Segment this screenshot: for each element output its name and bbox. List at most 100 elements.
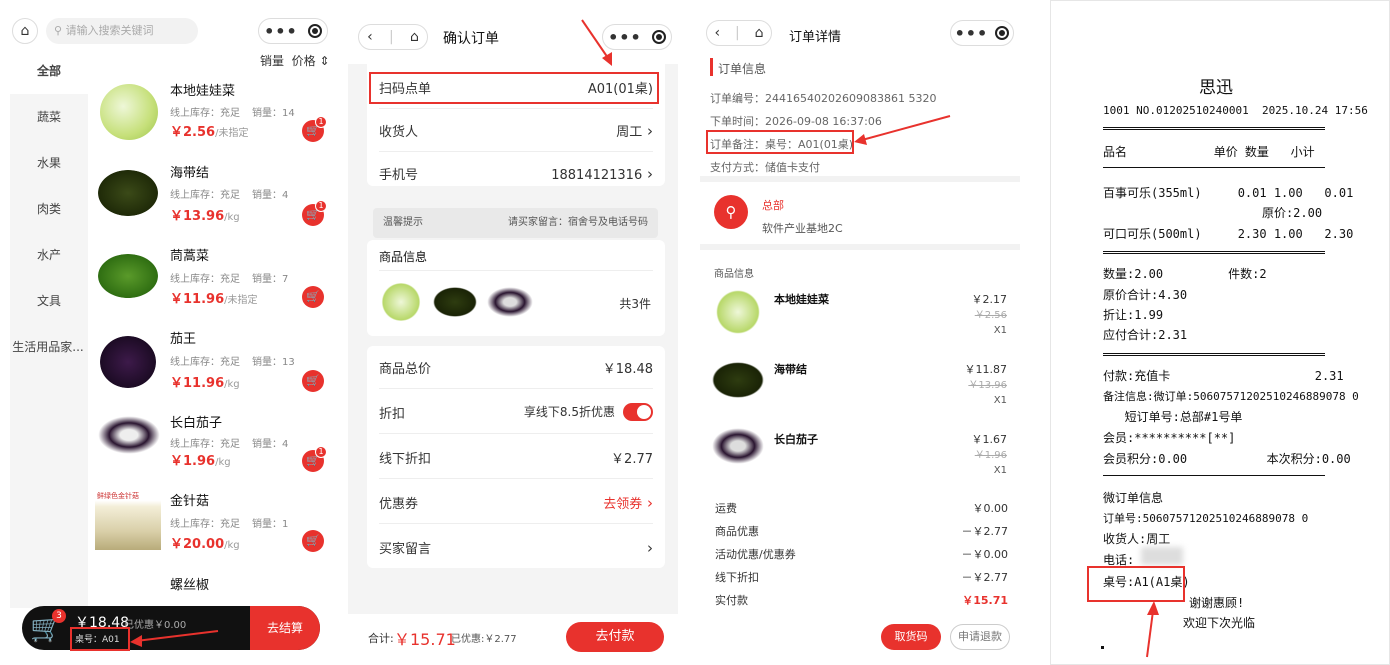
divider: [379, 270, 653, 271]
miniprogram-capsule[interactable]: •••: [258, 18, 328, 44]
add-to-cart-button[interactable]: 🛒 1: [302, 446, 327, 472]
category-fruit[interactable]: 水果: [10, 140, 88, 186]
receipt-separator: [1103, 475, 1325, 476]
store-name: 总部: [762, 199, 784, 212]
section-title: 订单信息: [718, 62, 767, 76]
arrow-annotation: [581, 19, 612, 66]
nav-capsule[interactable]: ‹ | ⌂: [706, 20, 772, 46]
product-name[interactable]: 长白茄子: [170, 412, 222, 431]
phone-row[interactable]: 手机号 18814121316: [379, 152, 653, 195]
total-value: ￥18.48: [602, 361, 653, 377]
close-miniprogram-icon[interactable]: [651, 30, 666, 44]
back-icon[interactable]: ‹: [714, 25, 720, 41]
home-button[interactable]: ⌂: [12, 18, 38, 44]
divider: [700, 244, 1020, 250]
goods-label: 商品信息: [714, 269, 754, 280]
product-image[interactable]: [98, 170, 158, 216]
home-icon[interactable]: ⌂: [755, 25, 764, 41]
coupon-row[interactable]: 优惠券 去领券: [379, 481, 653, 524]
category-household[interactable]: 生活用品家...: [6, 324, 90, 370]
close-miniprogram-icon[interactable]: [995, 26, 1010, 40]
product-name[interactable]: 本地娃娃菜: [170, 80, 235, 99]
product-image[interactable]: [98, 254, 158, 298]
product-image[interactable]: [100, 336, 156, 388]
confirm-order-panel: ‹ | ⌂ 确认订单 ••• 扫码点单A01(01桌) 收货人周工 手机号188…: [348, 0, 678, 665]
miniprogram-capsule[interactable]: •••: [950, 20, 1014, 46]
product-name[interactable]: 茼蒿菜: [170, 245, 209, 264]
pickup-code-button[interactable]: 取货码: [881, 624, 941, 650]
receipt-panel: 思迅 1001 NO.01202510240001 2025.10.24 17:…: [1050, 0, 1390, 665]
category-stationery[interactable]: 文具: [10, 278, 88, 324]
category-vegetables[interactable]: 蔬菜: [10, 94, 88, 140]
item-name: 长白茄子: [774, 433, 818, 446]
cart-badge: 1: [315, 116, 327, 128]
product-name[interactable]: 金针菇: [170, 490, 209, 509]
item-image: [716, 290, 760, 334]
divider: |: [734, 25, 740, 41]
blurred-phone: [1141, 547, 1183, 565]
cart-count-badge: 3: [52, 609, 66, 623]
sort-sales[interactable]: 销量: [260, 54, 284, 68]
item-qty: X1: [993, 465, 1007, 476]
category-seafood[interactable]: 水产: [10, 232, 88, 278]
receipt-line: 原价合计:4.30: [1103, 288, 1188, 302]
home-icon[interactable]: ⌂: [410, 29, 419, 45]
nav-capsule[interactable]: ‹ | ⌂: [358, 24, 428, 50]
add-to-cart-button[interactable]: 🛒: [302, 286, 324, 308]
item-qty: X1: [993, 395, 1007, 406]
discount-toggle[interactable]: [623, 403, 653, 422]
more-icon[interactable]: •••: [264, 22, 298, 41]
phone-value: 18814121316: [551, 165, 653, 183]
page-title: 订单详情: [789, 30, 842, 45]
divider: [700, 176, 1020, 182]
offline-value: ￥2.77: [611, 451, 653, 467]
pay-button[interactable]: 去付款: [566, 622, 664, 652]
product-image[interactable]: [98, 416, 160, 454]
receipt-columns: 品名 单价 数量 小计: [1103, 145, 1315, 159]
receipt-separator: [1103, 251, 1325, 254]
product-image[interactable]: 鲜绿色金针菇: [95, 488, 161, 550]
category-all[interactable]: 全部: [10, 48, 88, 94]
receiver-row[interactable]: 收货人 周工: [379, 109, 653, 152]
store-address: 软件产业基地2C: [762, 222, 843, 235]
summary-row-paid: 实付款 ￥15.71: [715, 594, 1008, 607]
search-input[interactable]: ⚲ 请输入搜索关键词: [46, 18, 198, 44]
product-stock: 线上库存：充足: [170, 190, 240, 201]
receiver-label: 收货人: [379, 124, 419, 140]
goods-count: 共3件: [619, 297, 651, 311]
product-name[interactable]: 海带结: [170, 162, 209, 181]
goods-card[interactable]: 商品信息 共3件: [367, 240, 665, 336]
add-to-cart-button[interactable]: 🛒: [302, 530, 324, 552]
search-placeholder: 请输入搜索关键词: [65, 24, 154, 37]
category-meat[interactable]: 肉类: [10, 186, 88, 232]
sum-value: ￥15.71: [394, 630, 456, 649]
product-price: ￥11.96/未指定: [170, 292, 258, 307]
sort-price[interactable]: 价格 ⇕: [292, 54, 330, 68]
sum-label: 合计:: [368, 632, 394, 645]
coupon-value[interactable]: 去领券: [603, 493, 653, 512]
item-original-price: ￥2.56: [974, 310, 1007, 321]
message-row[interactable]: 买家留言: [379, 526, 653, 569]
more-icon[interactable]: •••: [955, 24, 989, 43]
checkout-button[interactable]: 去结算: [250, 606, 320, 650]
add-to-cart-button[interactable]: 🛒 1: [302, 116, 327, 142]
arrow-annotation: [1146, 601, 1159, 658]
add-to-cart-button[interactable]: 🛒 1: [302, 200, 327, 226]
receipt-line: 数量:2.00 件数:2: [1103, 267, 1267, 281]
close-miniprogram-icon[interactable]: [307, 24, 322, 38]
location-icon: ⚲: [714, 195, 748, 229]
item-image: [712, 362, 764, 398]
message-label: 买家留言: [379, 542, 432, 557]
product-stock: 线上库存：充足: [170, 274, 240, 285]
product-name[interactable]: 螺丝椒: [170, 574, 209, 593]
phone-label: 手机号: [379, 168, 419, 183]
item-price: ￥2.17: [971, 293, 1008, 306]
product-image[interactable]: [100, 84, 158, 140]
product-name[interactable]: 茄王: [170, 328, 196, 347]
receipt-line: 百事可乐(355ml) 0.01 1.00 0.01: [1103, 186, 1354, 200]
receipt-header: 1001 NO.01202510240001 2025.10.24 17:56: [1103, 104, 1368, 117]
item-image: [712, 428, 764, 464]
back-icon[interactable]: ‹: [367, 29, 373, 45]
add-to-cart-button[interactable]: 🛒: [302, 370, 324, 392]
refund-button[interactable]: 申请退款: [950, 624, 1010, 650]
